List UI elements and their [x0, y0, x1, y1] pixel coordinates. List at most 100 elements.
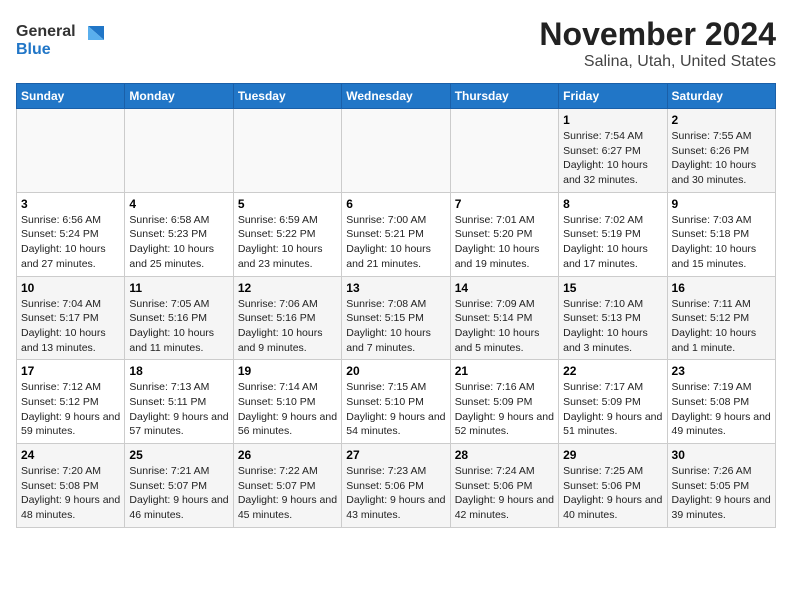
day-number: 20 — [346, 364, 445, 378]
day-number: 11 — [129, 281, 228, 295]
weekday-header-row: SundayMondayTuesdayWednesdayThursdayFrid… — [17, 84, 776, 109]
day-number: 17 — [21, 364, 120, 378]
day-info: Sunrise: 7:10 AMSunset: 5:13 PMDaylight:… — [563, 297, 662, 356]
weekday-header-sunday: Sunday — [17, 84, 125, 109]
day-number: 14 — [455, 281, 554, 295]
day-number: 6 — [346, 197, 445, 211]
page-title: November 2024 — [539, 16, 776, 53]
day-info: Sunrise: 7:22 AMSunset: 5:07 PMDaylight:… — [238, 464, 337, 523]
day-number: 13 — [346, 281, 445, 295]
weekday-header-friday: Friday — [559, 84, 667, 109]
day-number: 21 — [455, 364, 554, 378]
day-info: Sunrise: 7:55 AMSunset: 6:26 PMDaylight:… — [672, 129, 771, 188]
calendar-cell: 6 Sunrise: 7:00 AMSunset: 5:21 PMDaylight… — [342, 192, 450, 276]
day-info: Sunrise: 6:59 AMSunset: 5:22 PMDaylight:… — [238, 213, 337, 272]
calendar-cell — [233, 109, 341, 193]
week-row-1: 1 Sunrise: 7:54 AMSunset: 6:27 PMDaylight… — [17, 109, 776, 193]
day-number: 7 — [455, 197, 554, 211]
svg-text:Blue: Blue — [16, 41, 51, 58]
calendar-cell: 9 Sunrise: 7:03 AMSunset: 5:18 PMDaylight… — [667, 192, 775, 276]
calendar-cell: 1 Sunrise: 7:54 AMSunset: 6:27 PMDaylight… — [559, 109, 667, 193]
day-number: 15 — [563, 281, 662, 295]
calendar-cell: 12 Sunrise: 7:06 AMSunset: 5:16 PMDayligh… — [233, 276, 341, 360]
calendar-cell: 27 Sunrise: 7:23 AMSunset: 5:06 PMDayligh… — [342, 444, 450, 528]
day-info: Sunrise: 6:58 AMSunset: 5:23 PMDaylight:… — [129, 213, 228, 272]
calendar-cell — [17, 109, 125, 193]
calendar-cell: 22 Sunrise: 7:17 AMSunset: 5:09 PMDayligh… — [559, 360, 667, 444]
day-number: 12 — [238, 281, 337, 295]
calendar-cell: 16 Sunrise: 7:11 AMSunset: 5:12 PMDayligh… — [667, 276, 775, 360]
day-number: 5 — [238, 197, 337, 211]
day-info: Sunrise: 7:17 AMSunset: 5:09 PMDaylight:… — [563, 380, 662, 439]
day-info: Sunrise: 7:03 AMSunset: 5:18 PMDaylight:… — [672, 213, 771, 272]
day-info: Sunrise: 7:02 AMSunset: 5:19 PMDaylight:… — [563, 213, 662, 272]
day-info: Sunrise: 7:01 AMSunset: 5:20 PMDaylight:… — [455, 213, 554, 272]
logo-icon: General Blue — [16, 16, 106, 60]
day-number: 9 — [672, 197, 771, 211]
calendar-cell: 29Sunrise: 7:25 AMSunset: 5:06 PMDayligh… — [559, 444, 667, 528]
calendar-cell: 28Sunrise: 7:24 AMSunset: 5:06 PMDayligh… — [450, 444, 558, 528]
day-info: Sunrise: 7:20 AMSunset: 5:08 PMDaylight:… — [21, 464, 120, 523]
day-info: Sunrise: 7:00 AMSunset: 5:21 PMDaylight:… — [346, 213, 445, 272]
calendar-cell: 25 Sunrise: 7:21 AMSunset: 5:07 PMDayligh… — [125, 444, 233, 528]
day-info: Sunrise: 7:05 AMSunset: 5:16 PMDaylight:… — [129, 297, 228, 356]
weekday-header-tuesday: Tuesday — [233, 84, 341, 109]
day-info: Sunrise: 7:11 AMSunset: 5:12 PMDaylight:… — [672, 297, 771, 356]
calendar-cell — [125, 109, 233, 193]
day-number: 3 — [21, 197, 120, 211]
day-info: Sunrise: 7:09 AMSunset: 5:14 PMDaylight:… — [455, 297, 554, 356]
day-number: 1 — [563, 113, 662, 127]
day-info: Sunrise: 6:56 AMSunset: 5:24 PMDaylight:… — [21, 213, 120, 272]
calendar-cell: 21 Sunrise: 7:16 AMSunset: 5:09 PMDayligh… — [450, 360, 558, 444]
day-number: 16 — [672, 281, 771, 295]
title-block: November 2024 Salina, Utah, United State… — [539, 16, 776, 71]
weekday-header-saturday: Saturday — [667, 84, 775, 109]
day-number: 8 — [563, 197, 662, 211]
day-number: 23 — [672, 364, 771, 378]
day-info: Sunrise: 7:23 AMSunset: 5:06 PMDaylight:… — [346, 464, 445, 523]
calendar-cell: 3 Sunrise: 6:56 AMSunset: 5:24 PMDaylight… — [17, 192, 125, 276]
week-row-3: 10Sunrise: 7:04 AMSunset: 5:17 PMDayligh… — [17, 276, 776, 360]
calendar-cell: 2 Sunrise: 7:55 AMSunset: 6:26 PMDaylight… — [667, 109, 775, 193]
weekday-header-monday: Monday — [125, 84, 233, 109]
day-info: Sunrise: 7:16 AMSunset: 5:09 PMDaylight:… — [455, 380, 554, 439]
calendar-cell — [450, 109, 558, 193]
calendar-cell — [342, 109, 450, 193]
calendar-cell: 24Sunrise: 7:20 AMSunset: 5:08 PMDayligh… — [17, 444, 125, 528]
day-number: 25 — [129, 448, 228, 462]
day-info: Sunrise: 7:15 AMSunset: 5:10 PMDaylight:… — [346, 380, 445, 439]
day-info: Sunrise: 7:13 AMSunset: 5:11 PMDaylight:… — [129, 380, 228, 439]
day-info: Sunrise: 7:12 AMSunset: 5:12 PMDaylight:… — [21, 380, 120, 439]
calendar-cell: 7 Sunrise: 7:01 AMSunset: 5:20 PMDaylight… — [450, 192, 558, 276]
day-info: Sunrise: 7:24 AMSunset: 5:06 PMDaylight:… — [455, 464, 554, 523]
calendar-cell: 26Sunrise: 7:22 AMSunset: 5:07 PMDayligh… — [233, 444, 341, 528]
calendar-cell: 30Sunrise: 7:26 AMSunset: 5:05 PMDayligh… — [667, 444, 775, 528]
calendar-cell: 23 Sunrise: 7:19 AMSunset: 5:08 PMDayligh… — [667, 360, 775, 444]
day-number: 30 — [672, 448, 771, 462]
day-number: 18 — [129, 364, 228, 378]
day-info: Sunrise: 7:19 AMSunset: 5:08 PMDaylight:… — [672, 380, 771, 439]
day-info: Sunrise: 7:06 AMSunset: 5:16 PMDaylight:… — [238, 297, 337, 356]
calendar-cell: 19 Sunrise: 7:14 AMSunset: 5:10 PMDayligh… — [233, 360, 341, 444]
week-row-5: 24Sunrise: 7:20 AMSunset: 5:08 PMDayligh… — [17, 444, 776, 528]
calendar-cell: 10Sunrise: 7:04 AMSunset: 5:17 PMDayligh… — [17, 276, 125, 360]
weekday-header-thursday: Thursday — [450, 84, 558, 109]
calendar-table: SundayMondayTuesdayWednesdayThursdayFrid… — [16, 83, 776, 528]
day-number: 10 — [21, 281, 120, 295]
calendar-cell: 5 Sunrise: 6:59 AMSunset: 5:22 PMDaylight… — [233, 192, 341, 276]
page-subtitle: Salina, Utah, United States — [539, 53, 776, 71]
day-info: Sunrise: 7:54 AMSunset: 6:27 PMDaylight:… — [563, 129, 662, 188]
svg-text:General: General — [16, 23, 76, 40]
day-number: 19 — [238, 364, 337, 378]
calendar-cell: 18 Sunrise: 7:13 AMSunset: 5:11 PMDayligh… — [125, 360, 233, 444]
day-number: 2 — [672, 113, 771, 127]
day-number: 4 — [129, 197, 228, 211]
calendar-cell: 17 Sunrise: 7:12 AMSunset: 5:12 PMDayligh… — [17, 360, 125, 444]
day-info: Sunrise: 7:21 AMSunset: 5:07 PMDaylight:… — [129, 464, 228, 523]
day-info: Sunrise: 7:14 AMSunset: 5:10 PMDaylight:… — [238, 380, 337, 439]
logo: General Blue — [16, 16, 106, 65]
day-number: 27 — [346, 448, 445, 462]
calendar-cell: 15 Sunrise: 7:10 AMSunset: 5:13 PMDayligh… — [559, 276, 667, 360]
day-info: Sunrise: 7:25 AMSunset: 5:06 PMDaylight:… — [563, 464, 662, 523]
day-number: 22 — [563, 364, 662, 378]
